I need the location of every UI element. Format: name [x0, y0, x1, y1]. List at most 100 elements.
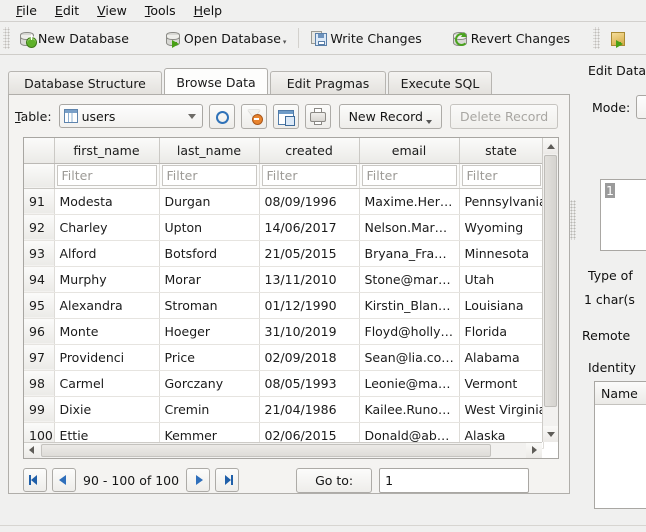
cell-created[interactable]: 08/05/1993: [259, 370, 360, 397]
menu-view[interactable]: View: [88, 1, 136, 20]
cell-email[interactable]: Stone@mar…: [359, 266, 460, 293]
save-results-button[interactable]: [272, 103, 299, 129]
cell-first_name[interactable]: Alexandra: [54, 292, 160, 319]
cell-created[interactable]: 21/04/1986: [259, 396, 360, 423]
cell-first_name[interactable]: Dixie: [54, 396, 160, 423]
revert-changes-button[interactable]: Revert Changes: [445, 26, 577, 51]
table-select-combobox[interactable]: users: [58, 104, 203, 128]
row-header-cell[interactable]: 91: [24, 188, 55, 215]
cell-state[interactable]: Alabama: [459, 344, 544, 371]
delete-record-button[interactable]: Delete Record: [450, 103, 559, 129]
cell-last_name[interactable]: Upton: [159, 214, 260, 241]
filter-cell-created[interactable]: Filter: [259, 163, 360, 189]
cell-last_name[interactable]: Stroman: [159, 292, 260, 319]
scroll-down-button[interactable]: [543, 426, 558, 442]
table-row[interactable]: 93 Alford Botsford 21/05/2015 Bryana_Fra… Min…: [24, 240, 544, 267]
column-header-state[interactable]: state: [459, 138, 544, 164]
filter-cell-last_name[interactable]: Filter: [159, 163, 260, 189]
go-to-input[interactable]: 1: [379, 467, 530, 493]
table-row[interactable]: 96 Monte Hoeger 31/10/2019 Floyd@holly… Flori…: [24, 318, 544, 345]
table-row[interactable]: 99 Dixie Cremin 21/04/1986 Kailee.Runo… West …: [24, 396, 544, 423]
cell-state[interactable]: Florida: [459, 318, 544, 345]
tab-execute-sql[interactable]: Execute SQL: [388, 71, 492, 94]
table-row[interactable]: 97 Providenci Price 02/09/2018 Sean@lia.co… A…: [24, 344, 544, 371]
cell-email[interactable]: Bryana_Fra…: [359, 240, 460, 267]
next-page-button[interactable]: [186, 468, 211, 492]
cell-created[interactable]: 01/12/1990: [259, 292, 360, 319]
filter-cell-email[interactable]: Filter: [359, 163, 460, 189]
toolbar-drag-handle-2[interactable]: [593, 27, 601, 49]
menu-tools[interactable]: Tools: [136, 1, 185, 20]
cell-last_name[interactable]: Hoeger: [159, 318, 260, 345]
cell-created[interactable]: 14/06/2017: [259, 214, 360, 241]
open-database-button[interactable]: Open Database ▾: [158, 26, 294, 51]
table-row[interactable]: 98 Carmel Gorczany 08/05/1993 Leonie@ma… Verm…: [24, 370, 544, 397]
row-header-cell[interactable]: 98: [24, 370, 55, 397]
row-header-cell[interactable]: 97: [24, 344, 55, 371]
tab-edit-pragmas[interactable]: Edit Pragmas: [270, 71, 386, 94]
filter-input-first_name[interactable]: Filter: [56, 165, 157, 186]
column-header-email[interactable]: email: [359, 138, 460, 164]
cell-created[interactable]: 02/09/2018: [259, 344, 360, 371]
menu-edit[interactable]: Edit: [46, 1, 88, 20]
clear-filters-button[interactable]: [240, 103, 267, 129]
tab-browse-data[interactable]: Browse Data: [164, 68, 268, 95]
grid-horizontal-scrollbar[interactable]: [24, 442, 542, 458]
cell-state[interactable]: Utah: [459, 266, 544, 293]
cell-created[interactable]: 13/11/2010: [259, 266, 360, 293]
horizontal-scroll-thumb[interactable]: [41, 444, 491, 457]
table-row[interactable]: 94 Murphy Morar 13/11/2010 Stone@mar… Utah: [24, 266, 544, 293]
go-to-button[interactable]: Go to:: [296, 467, 373, 493]
row-header-cell[interactable]: 99: [24, 396, 55, 423]
previous-page-button[interactable]: [52, 468, 76, 492]
refresh-button[interactable]: [208, 103, 235, 129]
grid-corner-cell[interactable]: [24, 138, 55, 164]
new-database-button[interactable]: New Database: [12, 26, 136, 51]
cell-first_name[interactable]: Monte: [54, 318, 160, 345]
table-row[interactable]: 95 Alexandra Stroman 01/12/1990 Kirstin_Blan…: [24, 292, 544, 319]
column-header-first_name[interactable]: first_name: [54, 138, 160, 164]
identity-name-column-header[interactable]: Name: [595, 382, 646, 405]
scroll-right-button[interactable]: [526, 443, 542, 458]
row-header-cell[interactable]: 95: [24, 292, 55, 319]
write-changes-button[interactable]: Write Changes: [304, 26, 428, 51]
table-row[interactable]: 92 Charley Upton 14/06/2017 Nelson.Mar… Wyomi…: [24, 214, 544, 241]
vertical-scroll-thumb[interactable]: [544, 155, 557, 407]
cell-first_name[interactable]: Alford: [54, 240, 160, 267]
cell-created[interactable]: 08/09/1996: [259, 188, 360, 215]
dock-splitter-handle[interactable]: [570, 200, 576, 240]
cell-created[interactable]: 31/10/2019: [259, 318, 360, 345]
scroll-left-button[interactable]: [24, 443, 40, 458]
first-page-button[interactable]: [23, 468, 47, 492]
cell-email[interactable]: Nelson.Mar…: [359, 214, 460, 241]
grid-vertical-scrollbar[interactable]: [542, 138, 558, 442]
row-header-cell[interactable]: 92: [24, 214, 55, 241]
cell-email[interactable]: Sean@lia.co…: [359, 344, 460, 371]
cell-last_name[interactable]: Morar: [159, 266, 260, 293]
cell-last_name[interactable]: Gorczany: [159, 370, 260, 397]
cell-email[interactable]: Floyd@holly…: [359, 318, 460, 345]
new-record-button[interactable]: New Record: [338, 103, 442, 129]
cell-last_name[interactable]: Botsford: [159, 240, 260, 267]
cell-state[interactable]: Louisiana: [459, 292, 544, 319]
cell-last_name[interactable]: Cremin: [159, 396, 260, 423]
cell-email[interactable]: Leonie@ma…: [359, 370, 460, 397]
cell-state[interactable]: Minnesota: [459, 240, 544, 267]
data-grid[interactable]: first_name last_name created email state…: [23, 137, 559, 459]
cell-state[interactable]: West Virginia: [459, 396, 544, 423]
table-row[interactable]: 91 Modesta Durgan 08/09/1996 Maxime.Her… Penn…: [24, 188, 544, 215]
scroll-up-button[interactable]: [543, 138, 558, 154]
toolbar-drag-handle[interactable]: [3, 27, 10, 49]
filter-input-created[interactable]: Filter: [261, 165, 357, 186]
menu-file[interactable]: File: [7, 1, 46, 20]
cell-first_name[interactable]: Modesta: [54, 188, 160, 215]
open-database-dropdown-icon[interactable]: ▾: [283, 38, 287, 46]
create-table-button[interactable]: [602, 26, 635, 51]
cell-first_name[interactable]: Providenci: [54, 344, 160, 371]
row-header-cell[interactable]: 93: [24, 240, 55, 267]
cell-state[interactable]: Vermont: [459, 370, 544, 397]
tab-database-structure[interactable]: Database Structure: [8, 71, 162, 94]
cell-state[interactable]: Pennsylvania: [459, 188, 544, 215]
cell-created[interactable]: 21/05/2015: [259, 240, 360, 267]
filter-cell-first_name[interactable]: Filter: [54, 163, 160, 189]
